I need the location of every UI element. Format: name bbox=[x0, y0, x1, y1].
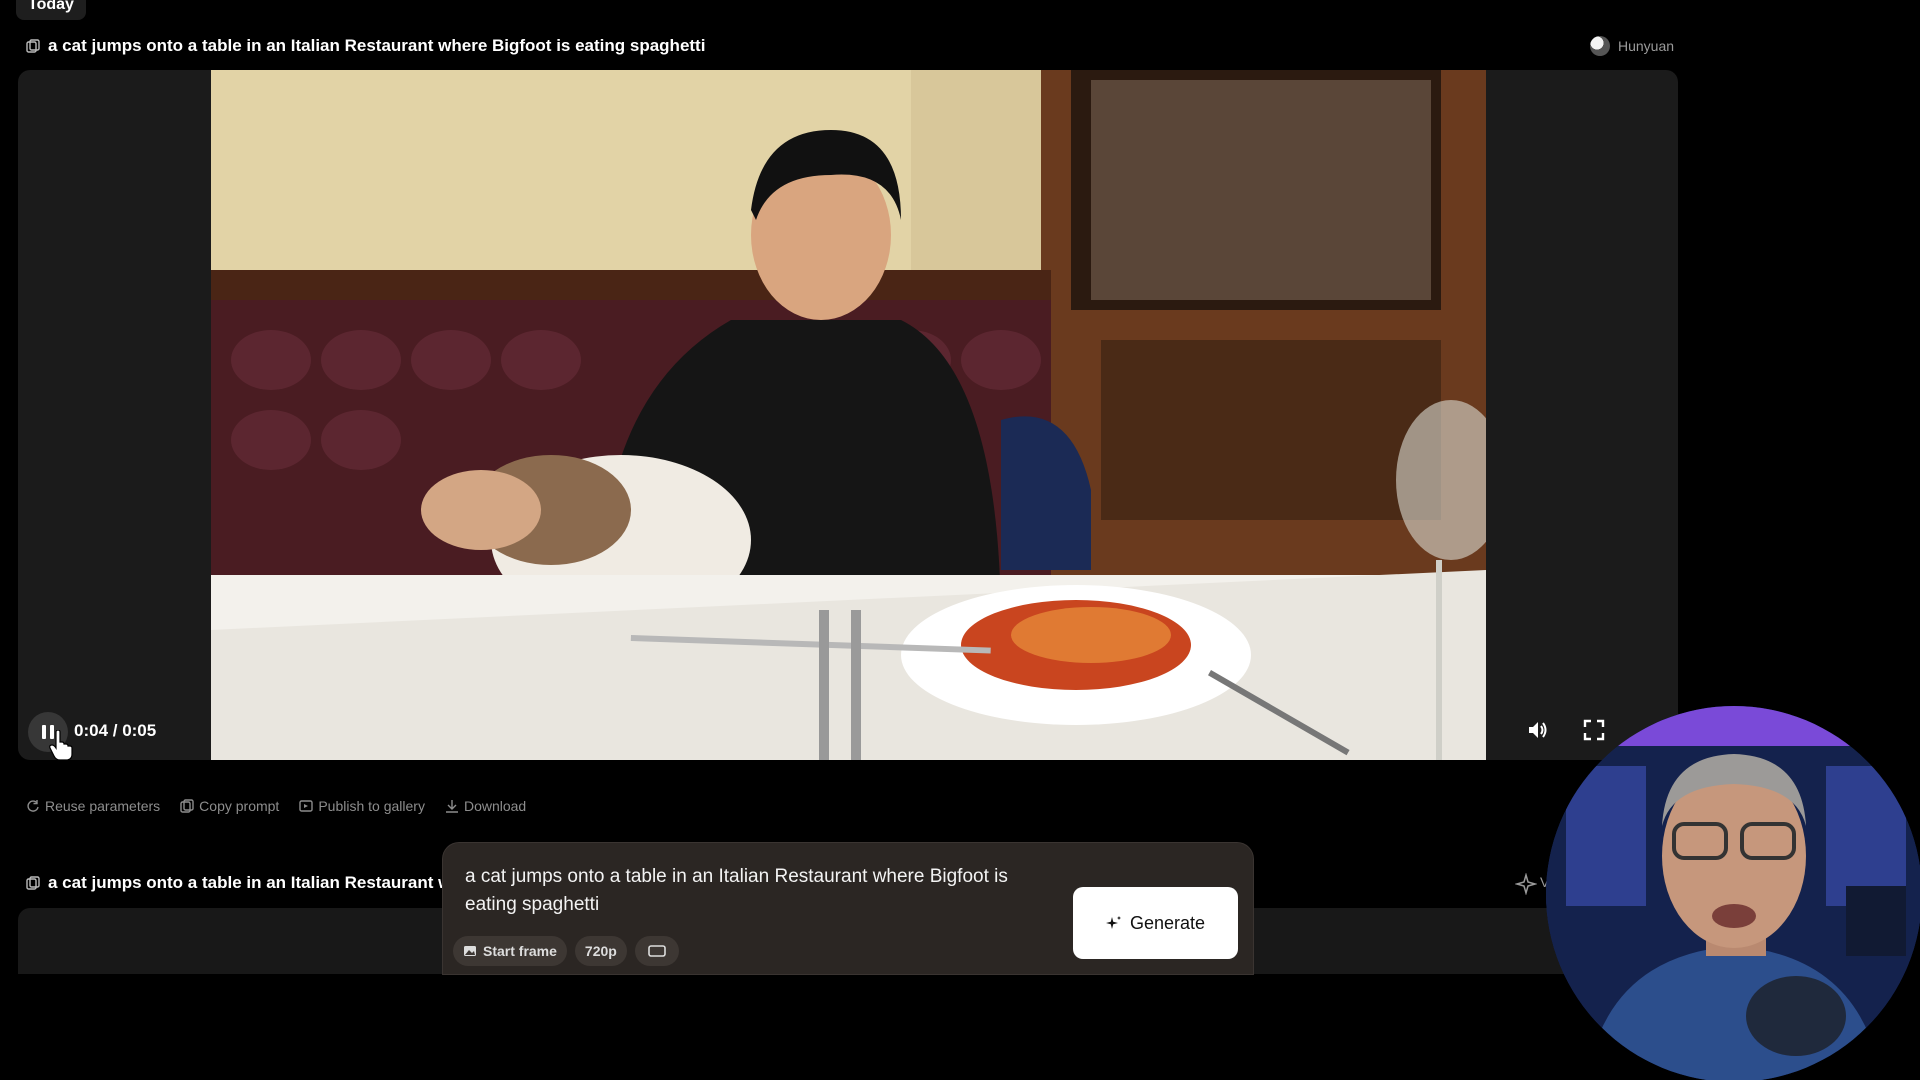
download-label: Download bbox=[463, 798, 527, 814]
aspect-ratio-icon bbox=[648, 945, 666, 957]
download-button[interactable]: Download bbox=[445, 798, 526, 814]
second-generation-title-row: a cat jumps onto a table in an Italian R… bbox=[26, 871, 453, 895]
model-tag: Hunyuan bbox=[1590, 34, 1674, 58]
webcam-overlay bbox=[1546, 706, 1920, 1080]
copy-prompt-label: Copy prompt bbox=[199, 798, 280, 814]
model-logo-icon bbox=[1515, 873, 1537, 895]
copy-prompt-button[interactable]: Copy prompt bbox=[180, 798, 279, 814]
video-frame bbox=[211, 70, 1486, 760]
time-display: 0:04 / 0:05 bbox=[74, 721, 157, 740]
resolution-label: 720p bbox=[584, 943, 617, 959]
generation-title: a cat jumps onto a table in an Italian R… bbox=[48, 36, 706, 55]
prompt-input[interactable]: a cat jumps onto a table in an Italian R… bbox=[465, 863, 1025, 919]
video-player[interactable]: 0:04 / 0:05 bbox=[18, 70, 1678, 760]
copy-icon bbox=[180, 799, 194, 813]
action-bar: Reuse parameters Copy prompt Publish to … bbox=[26, 798, 526, 814]
sparkle-icon bbox=[1105, 916, 1121, 929]
volume-icon[interactable] bbox=[1526, 718, 1550, 742]
publish-icon bbox=[299, 800, 314, 812]
second-generation-title: a cat jumps onto a table in an Italian R… bbox=[48, 873, 453, 892]
generation-title-row: a cat jumps onto a table in an Italian R… bbox=[26, 34, 705, 58]
start-frame-label: Start frame bbox=[483, 943, 557, 959]
generate-label: Generate bbox=[1129, 912, 1206, 933]
resolution-selector[interactable]: 720p bbox=[574, 936, 627, 966]
refresh-icon bbox=[27, 800, 39, 812]
reuse-parameters-label: Reuse parameters bbox=[45, 798, 161, 814]
start-frame-button[interactable]: Start frame bbox=[453, 936, 567, 966]
composer-options: Start frame 720p bbox=[453, 936, 679, 966]
model-name: Hunyuan bbox=[1618, 38, 1675, 54]
hand-cursor-icon bbox=[49, 730, 73, 760]
copy-icon[interactable] bbox=[26, 876, 40, 890]
publish-to-gallery-button[interactable]: Publish to gallery bbox=[299, 798, 425, 814]
reuse-parameters-button[interactable]: Reuse parameters bbox=[26, 798, 160, 814]
publish-to-gallery-label: Publish to gallery bbox=[318, 798, 425, 814]
download-icon bbox=[445, 800, 458, 813]
fullscreen-icon[interactable] bbox=[1582, 718, 1606, 742]
hunyuan-logo-icon bbox=[1590, 36, 1610, 56]
today-section-label: Today bbox=[16, 0, 86, 20]
aspect-ratio-selector[interactable] bbox=[634, 936, 679, 966]
image-icon bbox=[464, 946, 476, 956]
pause-icon bbox=[42, 725, 46, 739]
generate-button[interactable]: Generate bbox=[1073, 887, 1238, 959]
prompt-composer: a cat jumps onto a table in an Italian R… bbox=[443, 843, 1253, 974]
copy-icon[interactable] bbox=[26, 39, 40, 53]
page: { "section": { "today_label": "Today" },… bbox=[0, 0, 1920, 1080]
